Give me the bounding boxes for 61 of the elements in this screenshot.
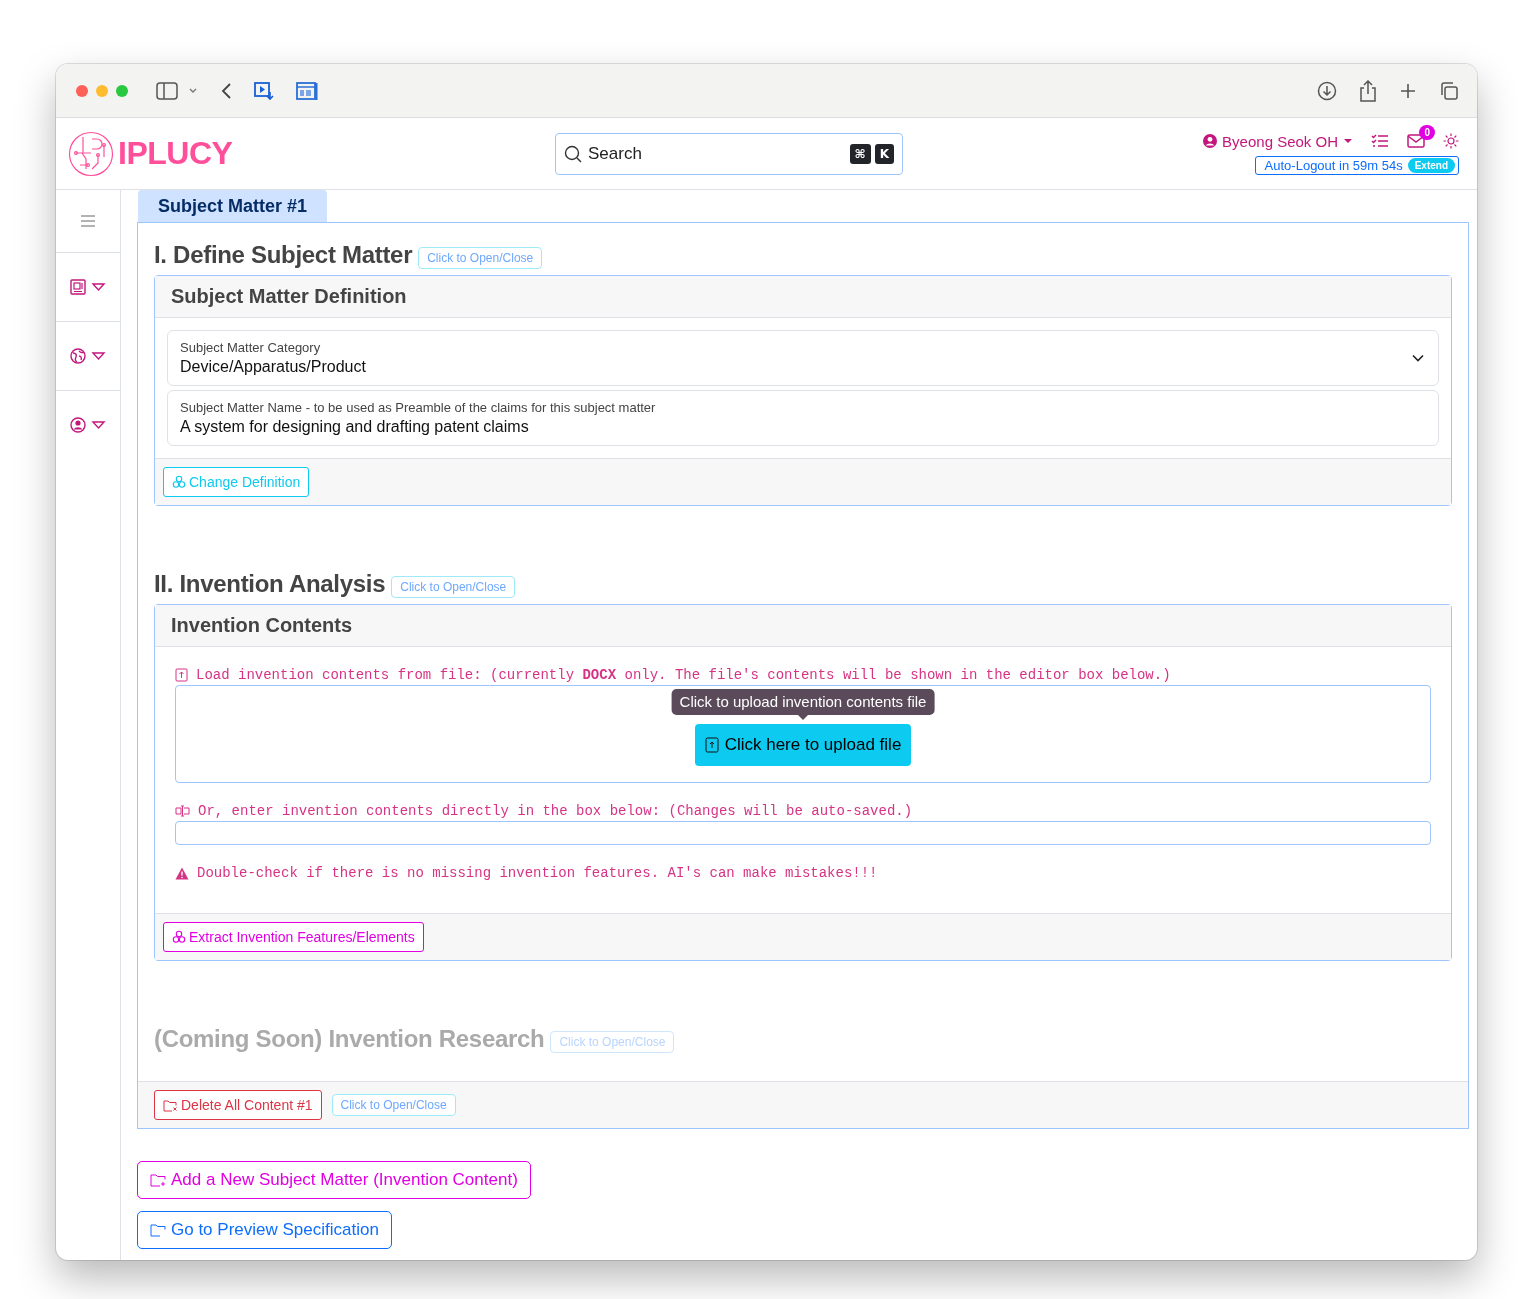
- extract-features-button[interactable]: Extract Invention Features/Elements: [163, 922, 424, 952]
- share-icon[interactable]: [1359, 79, 1377, 102]
- chevron-down-icon: [1412, 354, 1424, 362]
- upload-area[interactable]: Click to upload invention contents file Click here to upload file: [175, 685, 1431, 783]
- user-icon: [1203, 134, 1218, 148]
- keyboard-shortcut-key: ⌘: [849, 143, 871, 164]
- section-title: II. Invention Analysis: [154, 570, 386, 598]
- folder-icon: [150, 1223, 167, 1237]
- tabs-overview-icon[interactable]: [1439, 80, 1459, 101]
- mail-icon[interactable]: [1407, 134, 1425, 148]
- user-menu-icon[interactable]: [70, 417, 106, 433]
- new-tab-icon[interactable]: [1399, 81, 1417, 100]
- caret-icon: [1343, 138, 1353, 144]
- editor-field[interactable]: [175, 821, 1431, 845]
- add-subject-matter-button[interactable]: Add a New Subject Matter (Invention Content): [137, 1161, 531, 1199]
- chip-menu-icon[interactable]: [70, 279, 106, 295]
- globe-menu-icon[interactable]: [70, 348, 106, 364]
- close-window-icon[interactable]: [76, 84, 88, 97]
- auto-logout-text: Auto-Logout in 59m 54s: [1264, 157, 1403, 173]
- file-upload-icon: [704, 737, 719, 753]
- checklist-icon[interactable]: [1371, 133, 1389, 149]
- sun-icon[interactable]: [1443, 133, 1459, 149]
- select-field[interactable]: Subject Matter Category Device/Apparatus/Product: [167, 330, 1439, 386]
- file-upload-icon: [175, 668, 188, 682]
- preview-specification-button[interactable]: Go to Preview Specification: [137, 1211, 392, 1249]
- panel-header: Subject Matter Definition: [155, 276, 1451, 318]
- folder-add-icon: [150, 1173, 167, 1187]
- search-bar[interactable]: Search ⌘ K: [555, 132, 903, 175]
- layout-icon[interactable]: [296, 80, 318, 101]
- search-icon: [564, 144, 582, 163]
- logo-icon[interactable]: [68, 130, 114, 177]
- open-close-button[interactable]: Click to Open/Close: [418, 247, 543, 269]
- search-input[interactable]: Search: [586, 142, 846, 165]
- warning-text: Double-check if there is no missing invention features. AI's can make mistakes!!!: [197, 865, 878, 881]
- editor-instructions: Or, enter invention contents directly in the box below: (Changes will be auto-saved.): [198, 803, 913, 819]
- tab[interactable]: Subject Matter #1: [138, 190, 328, 222]
- tooltip-arrow-icon: [798, 715, 808, 720]
- back-icon[interactable]: [220, 81, 232, 100]
- section-title: (Coming Soon) Invention Research: [154, 1025, 545, 1053]
- delete-content-button[interactable]: Delete All Content #1: [154, 1090, 322, 1120]
- text-cursor-icon: [175, 805, 190, 817]
- circles-icon: [172, 475, 186, 489]
- panel-header: Invention Contents: [155, 605, 1451, 647]
- warning-icon: [175, 866, 189, 880]
- upload-button[interactable]: Click here to upload file: [694, 724, 912, 766]
- input-field[interactable]: Subject Matter Name - to be used as Preamble of the claims for this subject matter A system for designing and drafting patent claims: [167, 390, 1439, 446]
- section-title: I. Define Subject Matter: [154, 241, 413, 269]
- user-menu[interactable]: Byeong Seok OH: [1203, 132, 1353, 150]
- logo-text[interactable]: IPLUCY: [118, 135, 233, 172]
- sidebar-icon[interactable]: [156, 81, 178, 100]
- play-download-icon[interactable]: [254, 80, 274, 101]
- open-close-button[interactable]: Click to Open/Close: [331, 1094, 456, 1116]
- chevron-down-icon[interactable]: [188, 86, 198, 95]
- folder-delete-icon: [163, 1098, 178, 1112]
- open-close-button[interactable]: Click to Open/Close: [391, 576, 516, 598]
- upload-instructions: Load invention contents from file: (currently DOCX only. The file's contents will be shown in the editor box below.): [196, 667, 1171, 683]
- tooltip: Click to upload invention contents file: [671, 689, 935, 715]
- keyboard-shortcut-key: K: [874, 143, 894, 164]
- notification-badge: 0: [1419, 125, 1435, 140]
- circles-icon: [172, 930, 186, 944]
- download-icon[interactable]: [1317, 80, 1337, 101]
